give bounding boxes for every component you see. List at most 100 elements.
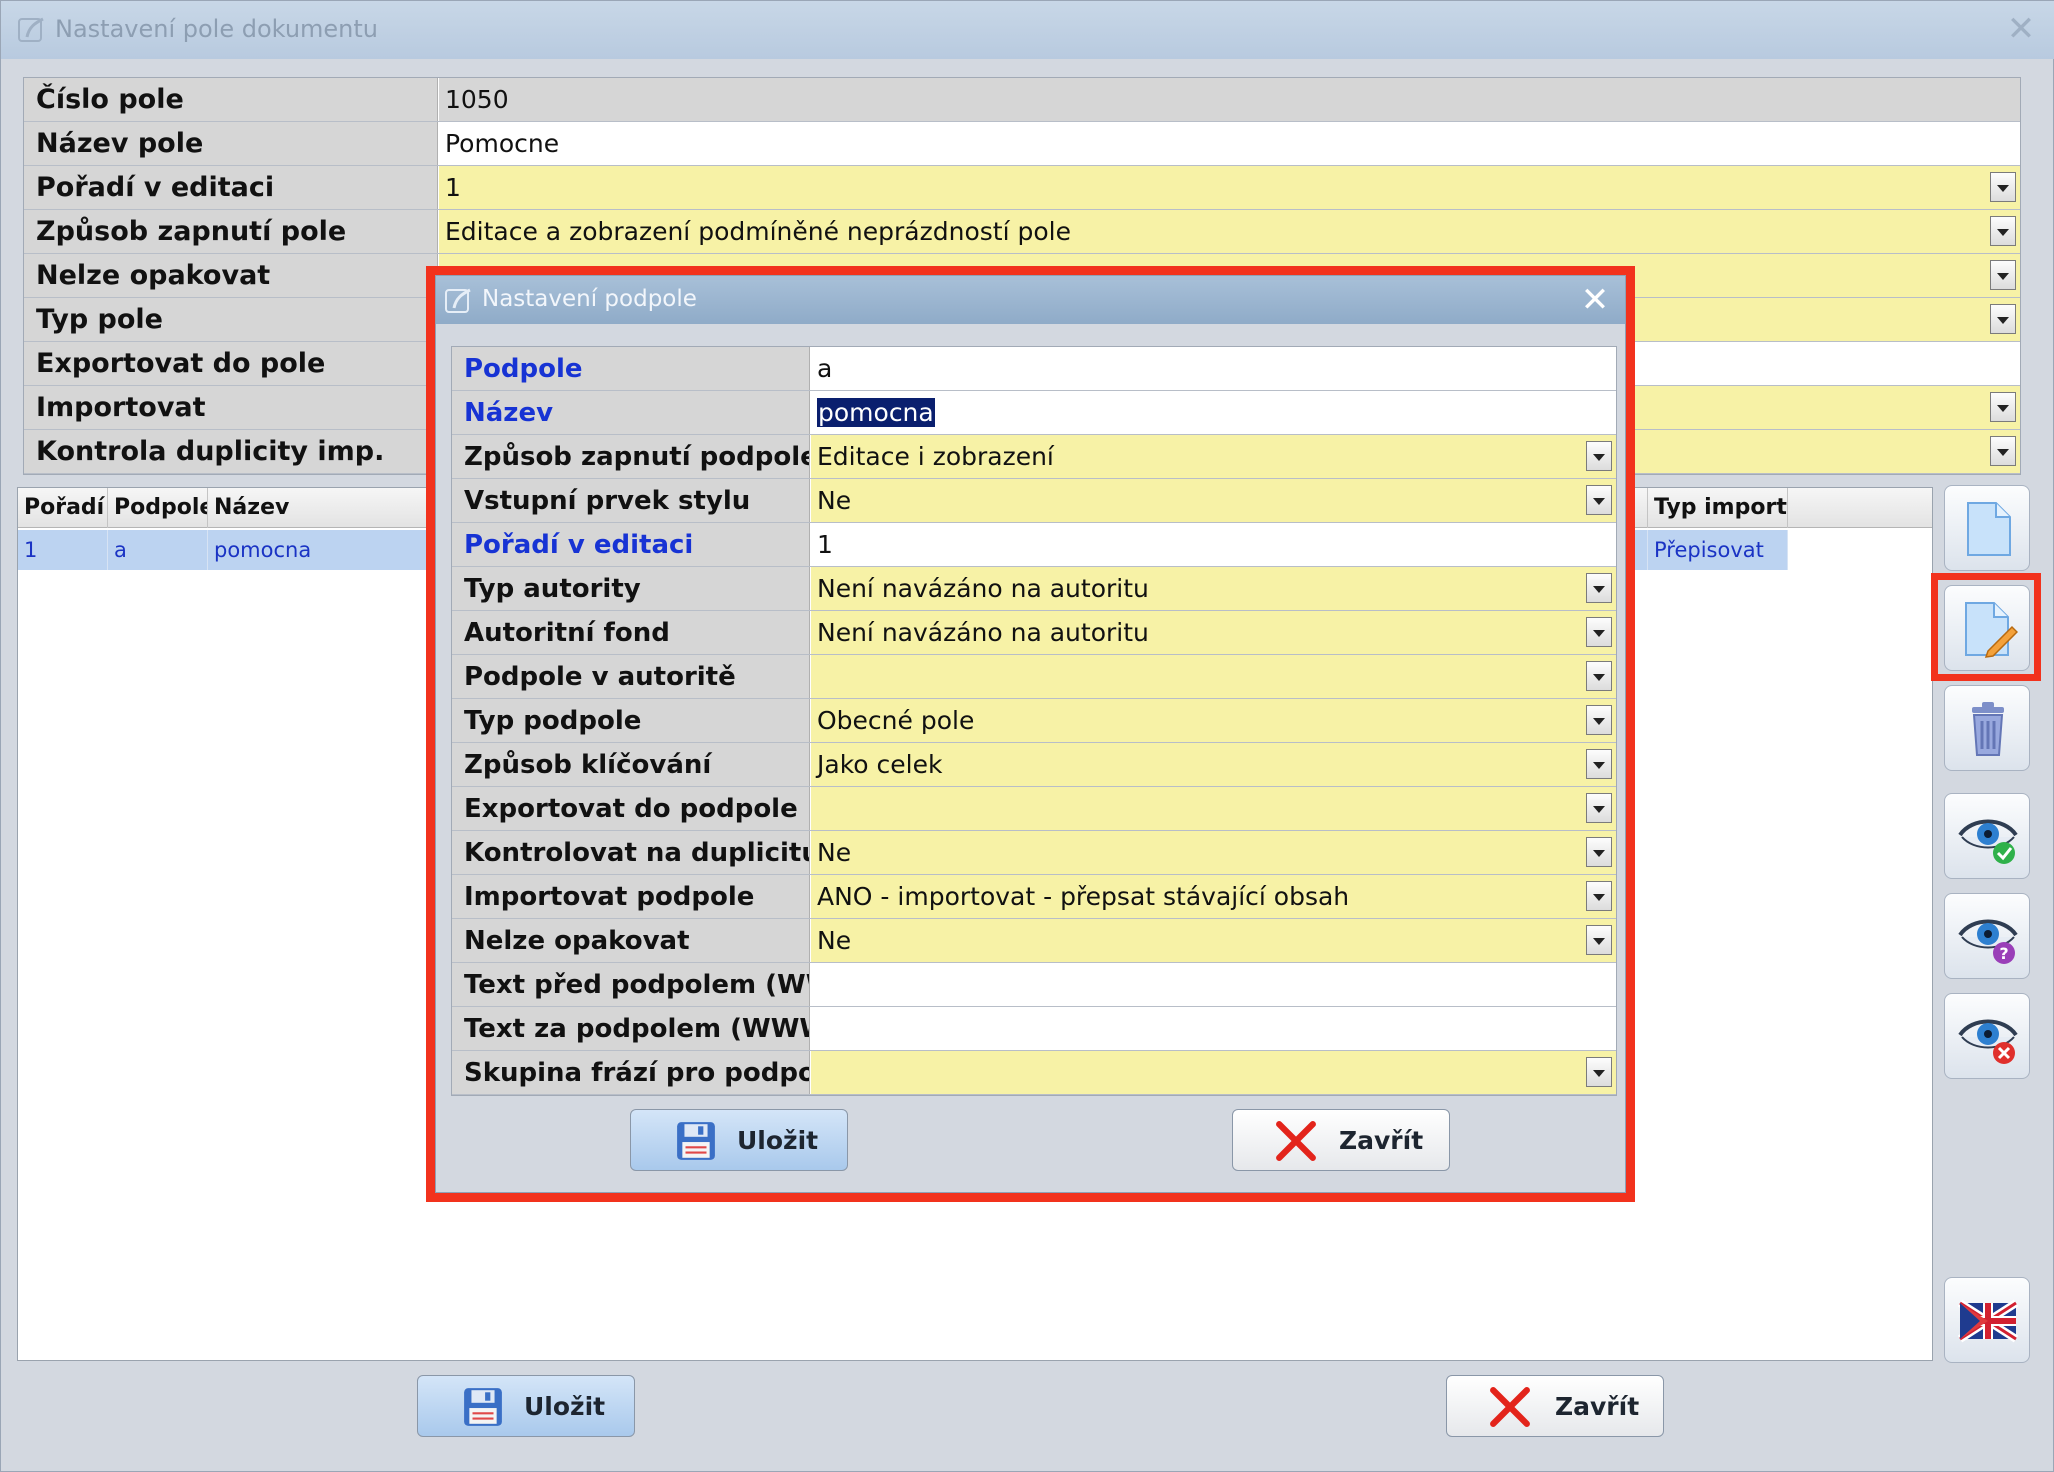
subfield-dialog: Nastavení podpole ✕ Podpole a Název pomocn…: [435, 275, 1626, 1193]
dropdown-arrow-icon[interactable]: [1586, 661, 1612, 691]
dropdown-arrow-icon[interactable]: [1990, 392, 2016, 422]
field-select[interactable]: Ne: [811, 479, 1616, 522]
dropdown-arrow-icon[interactable]: [1990, 436, 2016, 466]
dialog-close-icon[interactable]: ✕: [1577, 280, 1613, 320]
field-select[interactable]: 1: [439, 166, 2020, 209]
field-label: Text za podpolem (WWW): [452, 1007, 810, 1050]
field-label: Způsob zapnutí podpole: [452, 435, 810, 478]
field-select[interactable]: Není navázáno na autoritu: [811, 567, 1616, 610]
outer-save-button[interactable]: Uložit: [417, 1375, 635, 1437]
show-conditional-button[interactable]: ?: [1944, 893, 2030, 979]
dialog-save-label: Uložit: [737, 1126, 819, 1155]
field-select[interactable]: Ne: [811, 919, 1616, 962]
outer-field-row: Číslo pole 1050: [24, 78, 2020, 122]
outer-field-row: Název pole Pomocne: [24, 122, 2020, 166]
subfield-row: Pořadí v editaci 1: [452, 523, 1616, 567]
dropdown-arrow-icon[interactable]: [1586, 485, 1612, 515]
dropdown-arrow-icon[interactable]: [1586, 881, 1612, 911]
column-header-typ-importu[interactable]: Typ importu: [1648, 488, 1788, 528]
dialog-save-button[interactable]: Uložit: [630, 1109, 848, 1171]
field-input[interactable]: pomocna: [811, 391, 1616, 434]
selected-text: pomocna: [817, 398, 935, 427]
field-select[interactable]: [811, 655, 1616, 698]
outer-field-row: Způsob zapnutí pole Editace a zobrazení p…: [24, 210, 2020, 254]
field-select[interactable]: [811, 1051, 1616, 1094]
field-select[interactable]: Editace i zobrazení: [811, 435, 1616, 478]
outer-close-icon[interactable]: ✕: [2003, 11, 2039, 47]
outer-window-title: Nastavení pole dokumentu: [55, 15, 379, 43]
field-input[interactable]: a: [811, 347, 1616, 390]
subfield-row: Název pomocna: [452, 391, 1616, 435]
field-label: Exportovat do podpole: [452, 787, 810, 830]
outer-close-label: Zavřít: [1555, 1392, 1640, 1421]
dropdown-arrow-icon[interactable]: [1990, 216, 2016, 246]
close-x-icon: [1490, 1387, 1530, 1427]
field-label: Importovat: [24, 386, 438, 429]
cell-podpole: a: [108, 530, 208, 570]
field-select[interactable]: Jako celek: [811, 743, 1616, 786]
dropdown-arrow-icon[interactable]: [1586, 749, 1612, 779]
field-label: Název pole: [24, 122, 438, 165]
field-label: Způsob klíčování: [452, 743, 810, 786]
dropdown-arrow-icon[interactable]: [1586, 617, 1612, 647]
dialog-title-bar: Nastavení podpole ✕: [436, 276, 1625, 324]
svg-text:?: ?: [1999, 944, 2008, 963]
subfield-row: Podpole v autoritě: [452, 655, 1616, 699]
field-label: Exportovat do pole: [24, 342, 438, 385]
dialog-title: Nastavení podpole: [482, 286, 697, 312]
eye-cross-icon: [1958, 1019, 2018, 1064]
new-document-icon: [1967, 502, 2011, 556]
field-input[interactable]: Pomocne: [439, 122, 2020, 165]
field-label: Nelze opakovat: [24, 254, 438, 297]
dropdown-arrow-icon[interactable]: [1586, 925, 1612, 955]
dropdown-arrow-icon[interactable]: [1586, 441, 1612, 471]
field-label: Text před podpolem (WWW): [452, 963, 810, 1006]
dropdown-arrow-icon[interactable]: [1586, 573, 1612, 603]
outer-save-label: Uložit: [524, 1392, 606, 1421]
dropdown-arrow-icon[interactable]: [1990, 172, 2016, 202]
field-select[interactable]: Ne: [811, 831, 1616, 874]
new-button[interactable]: [1944, 485, 2030, 571]
dropdown-arrow-icon[interactable]: [1586, 705, 1612, 735]
field-input[interactable]: [811, 963, 1616, 1006]
dropdown-arrow-icon[interactable]: [1990, 260, 2016, 290]
dropdown-arrow-icon[interactable]: [1586, 1057, 1612, 1087]
field-label: Podpole: [452, 347, 810, 390]
field-input[interactable]: [811, 1007, 1616, 1050]
field-select[interactable]: Editace a zobrazení podmíněné neprázdnos…: [439, 210, 2020, 253]
app-logo-icon: [445, 288, 471, 313]
dropdown-arrow-icon[interactable]: [1586, 837, 1612, 867]
eye-check-icon: [1958, 819, 2018, 864]
field-select[interactable]: ANO - importovat - přepsat stávající obs…: [811, 875, 1616, 918]
subfield-row: Nelze opakovat Ne: [452, 919, 1616, 963]
subfield-row: Autoritní fond Není navázáno na autoritu: [452, 611, 1616, 655]
subfield-row: Text za podpolem (WWW): [452, 1007, 1616, 1051]
outer-close-button[interactable]: Zavřít: [1446, 1375, 1664, 1437]
field-label: Název: [452, 391, 810, 434]
column-header-podpole[interactable]: Podpole: [108, 488, 208, 528]
uk-flag-icon: [1958, 1299, 2018, 1343]
delete-button[interactable]: [1944, 685, 2030, 771]
field-label: Kontrola duplicity imp.: [24, 430, 438, 473]
subfield-row: Typ autority Není navázáno na autoritu: [452, 567, 1616, 611]
field-label: Typ podpole: [452, 699, 810, 742]
column-header-poradi[interactable]: Pořadí: [18, 488, 108, 528]
app-logo-icon: [18, 17, 44, 42]
dropdown-arrow-icon[interactable]: [1586, 793, 1612, 823]
field-input[interactable]: 1: [811, 523, 1616, 566]
field-select[interactable]: [811, 787, 1616, 830]
show-button[interactable]: [1944, 793, 2030, 879]
outer-field-row: Pořadí v editaci 1: [24, 166, 2020, 210]
dropdown-arrow-icon[interactable]: [1990, 304, 2016, 334]
hide-button[interactable]: [1944, 993, 2030, 1079]
field-label: Způsob zapnutí pole: [24, 210, 438, 253]
field-label: Typ autority: [452, 567, 810, 610]
field-label: Číslo pole: [24, 78, 438, 121]
field-select[interactable]: Obecné pole: [811, 699, 1616, 742]
subfield-row: Vstupní prvek stylu Ne: [452, 479, 1616, 523]
field-label: Nelze opakovat: [452, 919, 810, 962]
language-button[interactable]: [1944, 1277, 2030, 1363]
field-label: Skupina frází pro podpole: [452, 1051, 810, 1094]
dialog-close-button[interactable]: Zavřít: [1232, 1109, 1450, 1171]
field-select[interactable]: Není navázáno na autoritu: [811, 611, 1616, 654]
